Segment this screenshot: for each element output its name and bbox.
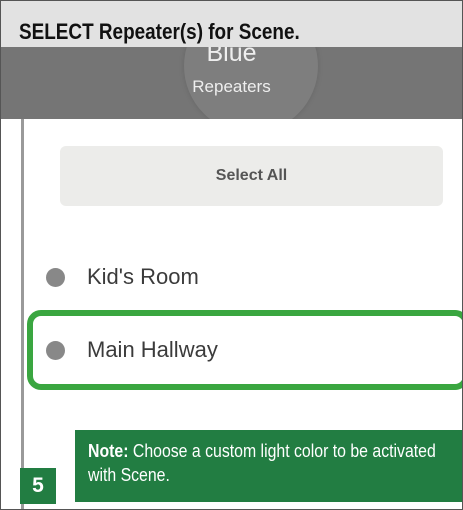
repeater-item-main-hallway[interactable]: Main Hallway xyxy=(46,337,218,363)
note-callout: Note: Choose a custom light color to be … xyxy=(75,430,462,502)
note-label: Note: xyxy=(88,441,129,461)
left-divider xyxy=(21,119,24,509)
app-header: Blue Repeaters xyxy=(1,47,462,119)
select-all-button[interactable]: Select All xyxy=(60,146,443,206)
repeater-label: Kid's Room xyxy=(87,264,199,289)
instruction-title-bar: SELECT Repeater(s) for Scene. xyxy=(1,1,462,47)
instruction-title: SELECT Repeater(s) for Scene. xyxy=(19,19,300,44)
repeater-label: Main Hallway xyxy=(87,337,218,362)
group-name: Blue xyxy=(206,47,257,67)
step-number-badge: 5 xyxy=(20,468,56,504)
circle-dot-icon xyxy=(46,267,65,287)
section-label: Repeaters xyxy=(192,77,271,96)
note-content: Note: Choose a custom light color to be … xyxy=(88,439,440,487)
repeater-item-kids-room[interactable]: Kid's Room xyxy=(46,264,199,290)
circle-dot-icon xyxy=(46,340,65,360)
screenshot-frame: Blue Repeaters SELECT Repeater(s) for Sc… xyxy=(0,0,463,510)
note-text: Choose a custom light color to be activa… xyxy=(88,441,436,485)
